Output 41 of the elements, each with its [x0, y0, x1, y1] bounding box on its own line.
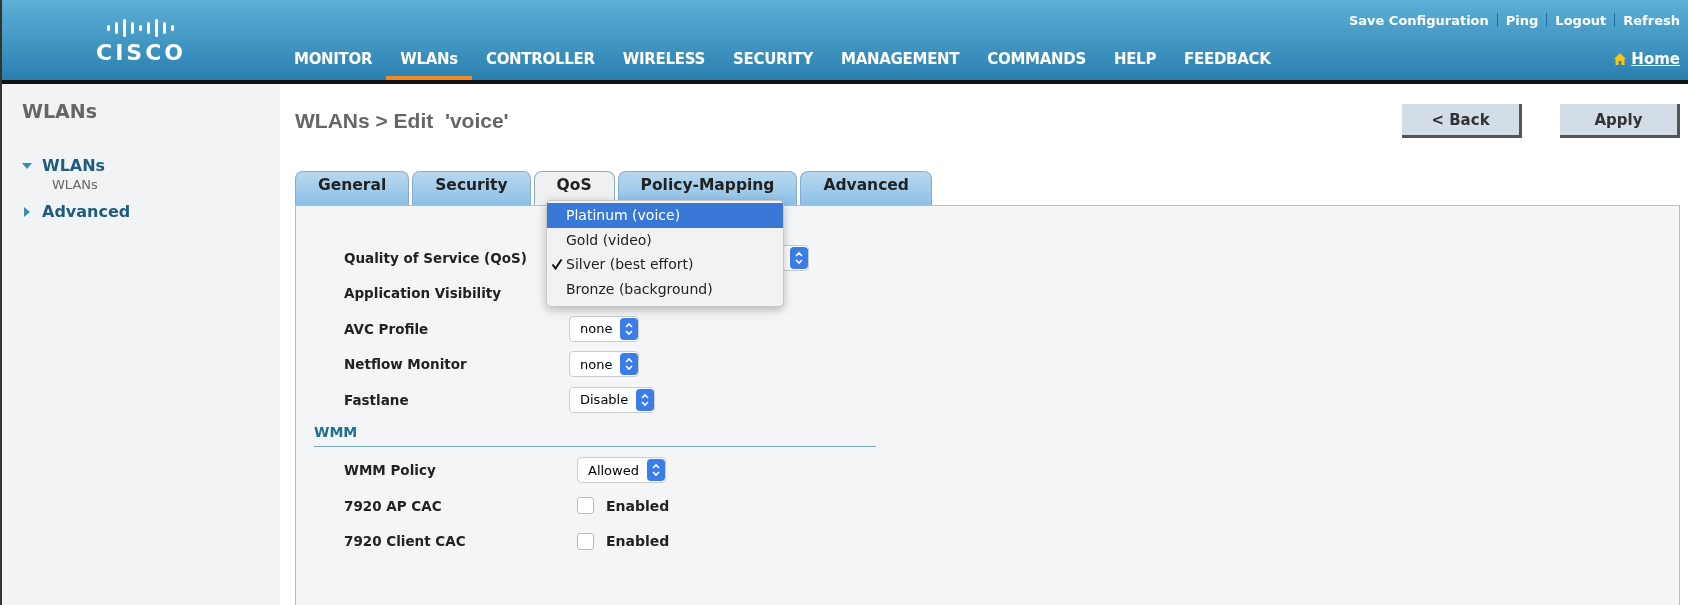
field-label: 7920 Client CAC: [344, 533, 466, 550]
sidebar-title: WLANs: [22, 100, 98, 122]
nav-tab[interactable]: MONITOR: [280, 50, 387, 80]
menu-item[interactable]: Platinum (voice): [547, 203, 783, 228]
tab[interactable]: QoS: [533, 171, 615, 205]
menu-item[interactable]: Bronze (background): [547, 276, 783, 301]
nav-tab[interactable]: CONTROLLER: [471, 50, 609, 80]
checkbox-label: Enabled: [606, 497, 670, 514]
sidebar-item[interactable]: WLANs: [22, 156, 280, 175]
nav-tab[interactable]: WIRELESS: [608, 50, 719, 80]
menu-item[interactable]: Gold (video): [547, 227, 783, 252]
field-label: AVC Profile: [344, 320, 429, 337]
sidebar-subitem[interactable]: WLANs: [52, 177, 280, 192]
checkbox-label: Enabled: [606, 533, 670, 550]
field-label: WMM Policy: [344, 462, 436, 479]
nav-tab[interactable]: SECURITY: [719, 50, 828, 80]
menu-item[interactable]: Silver (best effort): [547, 252, 783, 277]
field-label: Netflow Monitor: [344, 356, 467, 373]
action-button[interactable]: < Back: [1402, 104, 1522, 138]
tab[interactable]: Security: [412, 171, 531, 205]
dropdown[interactable]: Allowed: [577, 457, 666, 484]
field-label: Application Visibility: [344, 285, 502, 302]
nav-tab[interactable]: FEEDBACK: [1170, 50, 1285, 80]
dropdown[interactable]: Disable: [569, 386, 656, 413]
sidebar-item[interactable]: Advanced: [22, 202, 280, 221]
home-link[interactable]: Home: [1614, 50, 1688, 80]
logo-text: CISCO: [96, 41, 186, 65]
section-heading: WMM: [314, 423, 359, 442]
dropdown[interactable]: none: [569, 351, 640, 378]
nav-tab[interactable]: MANAGEMENT: [827, 50, 974, 80]
field-label: Quality of Service (QoS): [344, 249, 527, 266]
field-label: Fastlane: [344, 391, 409, 408]
dropdown[interactable]: none: [569, 315, 640, 342]
nav-tab[interactable]: COMMANDS: [973, 50, 1100, 80]
page-title: WLANs > Edit 'voice': [295, 109, 509, 133]
tab[interactable]: General: [295, 171, 410, 205]
action-button[interactable]: Apply: [1560, 104, 1680, 138]
tab[interactable]: Advanced: [800, 171, 932, 205]
field-label: 7920 AP CAC: [344, 497, 442, 514]
nav-tab[interactable]: HELP: [1099, 50, 1171, 80]
nav-tab[interactable]: WLANs: [386, 50, 472, 80]
